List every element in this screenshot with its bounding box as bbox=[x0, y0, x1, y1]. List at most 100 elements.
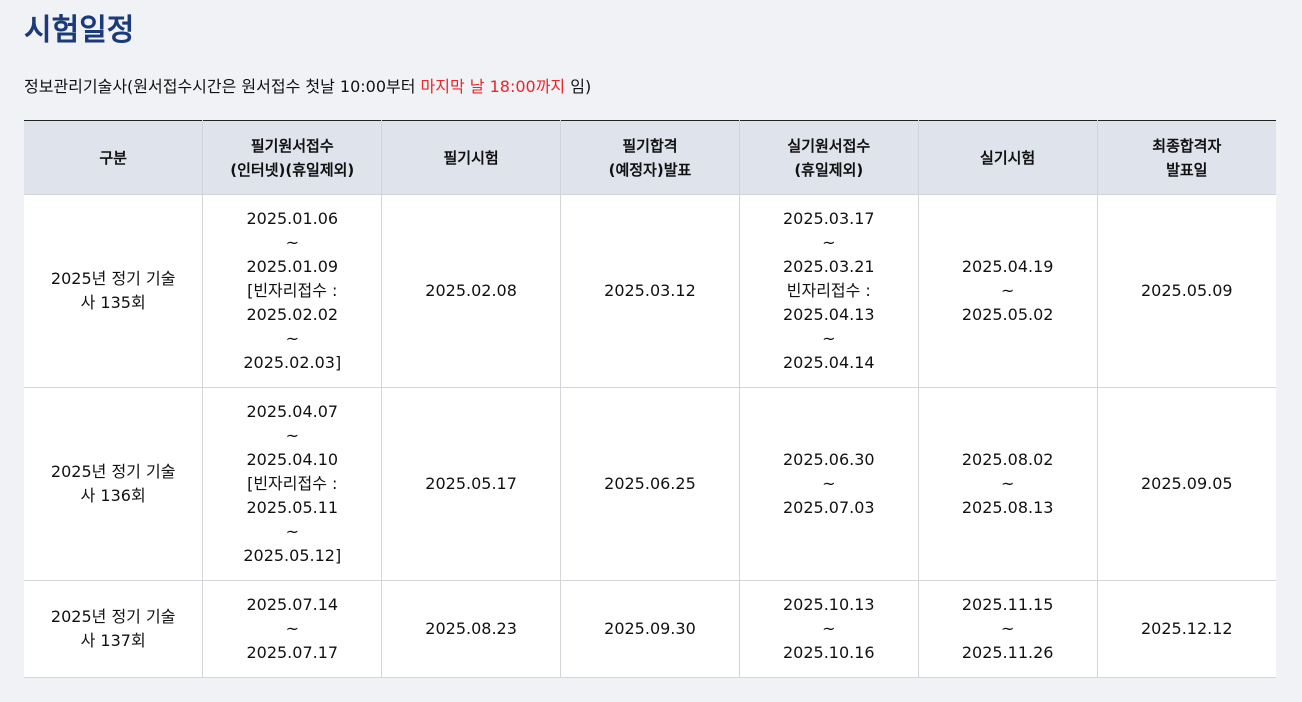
cell-line: ~ bbox=[285, 426, 299, 445]
final-result-cell: 2025.12.12 bbox=[1096, 580, 1276, 678]
cell-line: 2025.11.26 bbox=[961, 643, 1054, 662]
cell-line: 2025.04.19 bbox=[961, 257, 1054, 276]
header-line: 최종합격자 bbox=[1152, 136, 1222, 155]
cell-line: 2025.05.12] bbox=[243, 546, 342, 565]
header-line: (휴일제외) bbox=[794, 160, 864, 179]
header-final-result: 최종합격자 발표일 bbox=[1096, 120, 1276, 195]
cell-line: ~ bbox=[822, 474, 836, 493]
cell-line: 2025.09.05 bbox=[1140, 474, 1233, 493]
category-cell: 2025년 정기 기술 사 137회 bbox=[24, 580, 204, 678]
practical-exam-cell: 2025.11.15 ~ 2025.11.26 bbox=[917, 580, 1098, 678]
cell-line: 2025.05.09 bbox=[1140, 281, 1233, 300]
cell-line: 2025.10.13 bbox=[782, 595, 875, 614]
header-line: (인터넷)(휴일제외) bbox=[230, 160, 355, 179]
written-result-cell: 2025.09.30 bbox=[560, 580, 740, 678]
header-practical-exam: 실기시험 bbox=[917, 120, 1098, 195]
cell-line: 2025.04.14 bbox=[782, 353, 875, 372]
cell-line: [빈자리접수 : bbox=[247, 281, 338, 300]
cell-line: 2025.05.02 bbox=[961, 305, 1054, 324]
cell-line: 2025.05.11 bbox=[246, 498, 339, 517]
cell-line: 2025.02.02 bbox=[246, 305, 339, 324]
cell-line: 2025.12.12 bbox=[1140, 619, 1233, 638]
page: 시험일정 정보관리기술사(원서접수시간은 원서접수 첫날 10:00부터 마지막… bbox=[0, 0, 1302, 702]
written-result-cell: 2025.06.25 bbox=[560, 387, 740, 581]
cell-line: 2025.01.09 bbox=[246, 257, 339, 276]
page-title: 시험일정 bbox=[24, 13, 135, 48]
cell-line: 2025.07.17 bbox=[246, 643, 339, 662]
cell-line: [빈자리접수 : bbox=[247, 474, 338, 493]
cell-line: 사 136회 bbox=[80, 486, 146, 505]
header-line: 구분 bbox=[99, 148, 127, 167]
written-exam-cell: 2025.08.23 bbox=[381, 580, 562, 678]
cell-line: 2025.08.23 bbox=[425, 619, 517, 638]
cell-line: ~ bbox=[1000, 474, 1015, 493]
table-row: 2025년 정기 기술 사 137회 2025.07.14 ~ 2025.07.… bbox=[24, 580, 1276, 678]
cell-line: ~ bbox=[1000, 281, 1015, 300]
cell-line: ~ bbox=[285, 522, 299, 541]
notice-text: 정보관리기술사(원서접수시간은 원서접수 첫날 10:00부터 bbox=[24, 77, 421, 96]
application-time-notice: 정보관리기술사(원서접수시간은 원서접수 첫날 10:00부터 마지막 날 18… bbox=[24, 76, 591, 98]
cell-line: 2025년 정기 기술 bbox=[50, 607, 176, 626]
cell-line: ~ bbox=[285, 329, 299, 348]
written-application-cell: 2025.07.14 ~ 2025.07.17 bbox=[202, 580, 383, 678]
practical-application-cell: 2025.10.13 ~ 2025.10.16 bbox=[738, 580, 919, 678]
table-row: 2025년 정기 기술 사 135회 2025.01.06 ~ 2025.01.… bbox=[24, 194, 1276, 388]
notice-deadline-highlight: 마지막 날 18:00까지 bbox=[420, 77, 566, 96]
cell-line: ~ bbox=[1000, 619, 1015, 638]
practical-exam-cell: 2025.08.02 ~ 2025.08.13 bbox=[917, 387, 1098, 581]
table-header-row: 구분 필기원서접수 (인터넷)(휴일제외) 필기시험 필기합격 (예정자)발표 … bbox=[24, 120, 1276, 195]
header-practical-application: 실기원서접수 (휴일제외) bbox=[738, 120, 919, 195]
header-line: 발표일 bbox=[1166, 160, 1208, 179]
cell-line: 2025.03.17 bbox=[782, 209, 875, 228]
cell-line: 사 137회 bbox=[80, 631, 146, 650]
cell-line: 2025.04.07 bbox=[246, 402, 339, 421]
cell-line: ~ bbox=[822, 619, 836, 638]
cell-line: 빈자리접수 : bbox=[786, 281, 871, 300]
table-row: 2025년 정기 기술 사 136회 2025.04.07 ~ 2025.04.… bbox=[24, 387, 1276, 581]
cell-line: 2025.07.14 bbox=[246, 595, 339, 614]
cell-line: 2025.08.13 bbox=[961, 498, 1054, 517]
header-written-result: 필기합격 (예정자)발표 bbox=[560, 120, 740, 195]
cell-line: 2025.10.16 bbox=[782, 643, 875, 662]
written-exam-cell: 2025.05.17 bbox=[381, 387, 562, 581]
cell-line: 사 135회 bbox=[80, 293, 146, 312]
header-category: 구분 bbox=[24, 120, 204, 195]
cell-line: 2025.08.02 bbox=[961, 450, 1054, 469]
written-result-cell: 2025.03.12 bbox=[560, 194, 740, 388]
header-line: 실기시험 bbox=[980, 148, 1036, 167]
exam-schedule-table: 구분 필기원서접수 (인터넷)(휴일제외) 필기시험 필기합격 (예정자)발표 … bbox=[24, 120, 1276, 678]
cell-line: ~ bbox=[285, 619, 299, 638]
header-written-exam: 필기시험 bbox=[381, 120, 562, 195]
written-application-cell: 2025.04.07 ~ 2025.04.10 [빈자리접수 : 2025.05… bbox=[202, 387, 383, 581]
header-line: 필기원서접수 bbox=[250, 136, 334, 155]
cell-line: 2025.11.15 bbox=[961, 595, 1054, 614]
header-written-application: 필기원서접수 (인터넷)(휴일제외) bbox=[202, 120, 383, 195]
practical-application-cell: 2025.03.17 ~ 2025.03.21 빈자리접수 : 2025.04.… bbox=[738, 194, 919, 388]
cell-line: 2025년 정기 기술 bbox=[50, 269, 176, 288]
written-exam-cell: 2025.02.08 bbox=[381, 194, 562, 388]
category-cell: 2025년 정기 기술 사 136회 bbox=[24, 387, 204, 581]
header-line: (예정자)발표 bbox=[608, 160, 692, 179]
cell-line: 2025.06.30 bbox=[782, 450, 875, 469]
practical-application-cell: 2025.06.30 ~ 2025.07.03 bbox=[738, 387, 919, 581]
category-cell: 2025년 정기 기술 사 135회 bbox=[24, 194, 204, 388]
final-result-cell: 2025.05.09 bbox=[1096, 194, 1276, 388]
cell-line: 2025.05.17 bbox=[425, 474, 517, 493]
cell-line: ~ bbox=[285, 233, 299, 252]
cell-line: 2025.02.03] bbox=[243, 353, 342, 372]
cell-line: 2025.04.13 bbox=[782, 305, 875, 324]
header-line: 필기시험 bbox=[443, 148, 499, 167]
practical-exam-cell: 2025.04.19 ~ 2025.05.02 bbox=[917, 194, 1098, 388]
cell-line: 2025.06.25 bbox=[604, 474, 696, 493]
cell-line: 2025.03.12 bbox=[604, 281, 696, 300]
cell-line: 2025.04.10 bbox=[246, 450, 339, 469]
cell-line: 2025.02.08 bbox=[425, 281, 517, 300]
cell-line: 2025.09.30 bbox=[604, 619, 696, 638]
final-result-cell: 2025.09.05 bbox=[1096, 387, 1276, 581]
header-line: 실기원서접수 bbox=[787, 136, 871, 155]
cell-line: 2025.03.21 bbox=[782, 257, 875, 276]
cell-line: 2025.07.03 bbox=[782, 498, 875, 517]
cell-line: ~ bbox=[822, 233, 836, 252]
cell-line: 2025년 정기 기술 bbox=[50, 462, 176, 481]
notice-suffix: 임) bbox=[565, 77, 592, 96]
